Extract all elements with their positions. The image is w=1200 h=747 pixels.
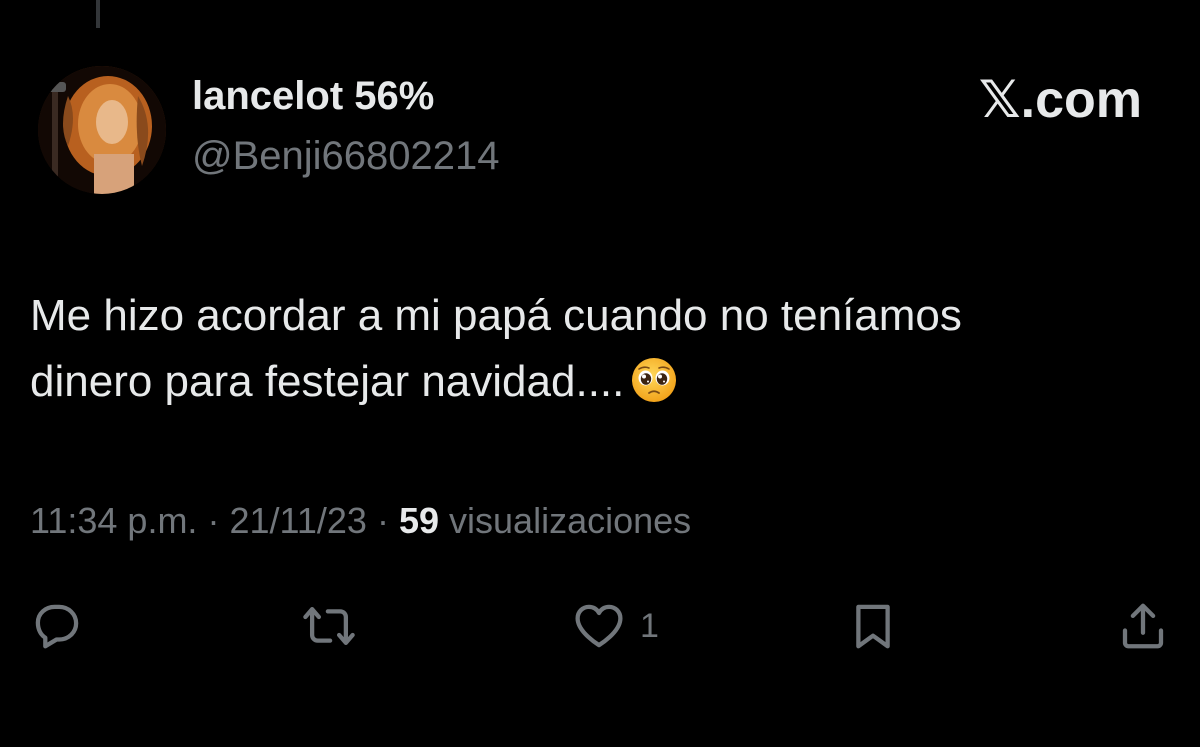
tweet-time[interactable]: 11:34 p.m. [30, 500, 197, 541]
avatar-image [38, 66, 166, 194]
x-brand-logo: 𝕏.com [978, 71, 1142, 129]
like-count: 1 [640, 606, 659, 645]
repost-icon [303, 606, 355, 646]
repost-button[interactable] [302, 596, 356, 656]
tweet-date[interactable]: 21/11/23 [229, 500, 366, 541]
avatar[interactable] [38, 66, 166, 194]
tweet-text-line-content: dinero para festejar navidad.... [30, 357, 625, 406]
thread-connector-line [96, 0, 100, 28]
meta-separator: · [376, 500, 389, 541]
tweet-text-line: Me hizo acordar a mi papá cuando no tení… [30, 291, 962, 340]
tweet-text-line: dinero para festejar navidad.... [30, 349, 1180, 415]
meta-separator: · [207, 500, 220, 541]
bookmark-icon [856, 604, 890, 649]
views-count: 59 [398, 500, 440, 541]
like-button[interactable]: 1 [572, 596, 659, 656]
author-display-name[interactable]: lancelot 56% [192, 74, 434, 119]
tweet-meta: 11:34 p.m. · 21/11/23 · 59 visualizacion… [30, 500, 691, 542]
heart-icon [575, 604, 623, 648]
tweet-text: Me hizo acordar a mi papá cuando no tení… [30, 283, 1180, 415]
author-handle[interactable]: @Benji66802214 [192, 134, 500, 179]
tweet-action-bar: 1 [0, 596, 1200, 656]
reply-icon [35, 604, 79, 649]
pleading-face-emoji [632, 358, 677, 402]
share-icon [1122, 603, 1164, 649]
bookmark-button[interactable] [846, 596, 900, 656]
views-label: visualizaciones [449, 500, 692, 541]
reply-button[interactable] [30, 596, 84, 656]
share-button[interactable] [1116, 596, 1170, 656]
